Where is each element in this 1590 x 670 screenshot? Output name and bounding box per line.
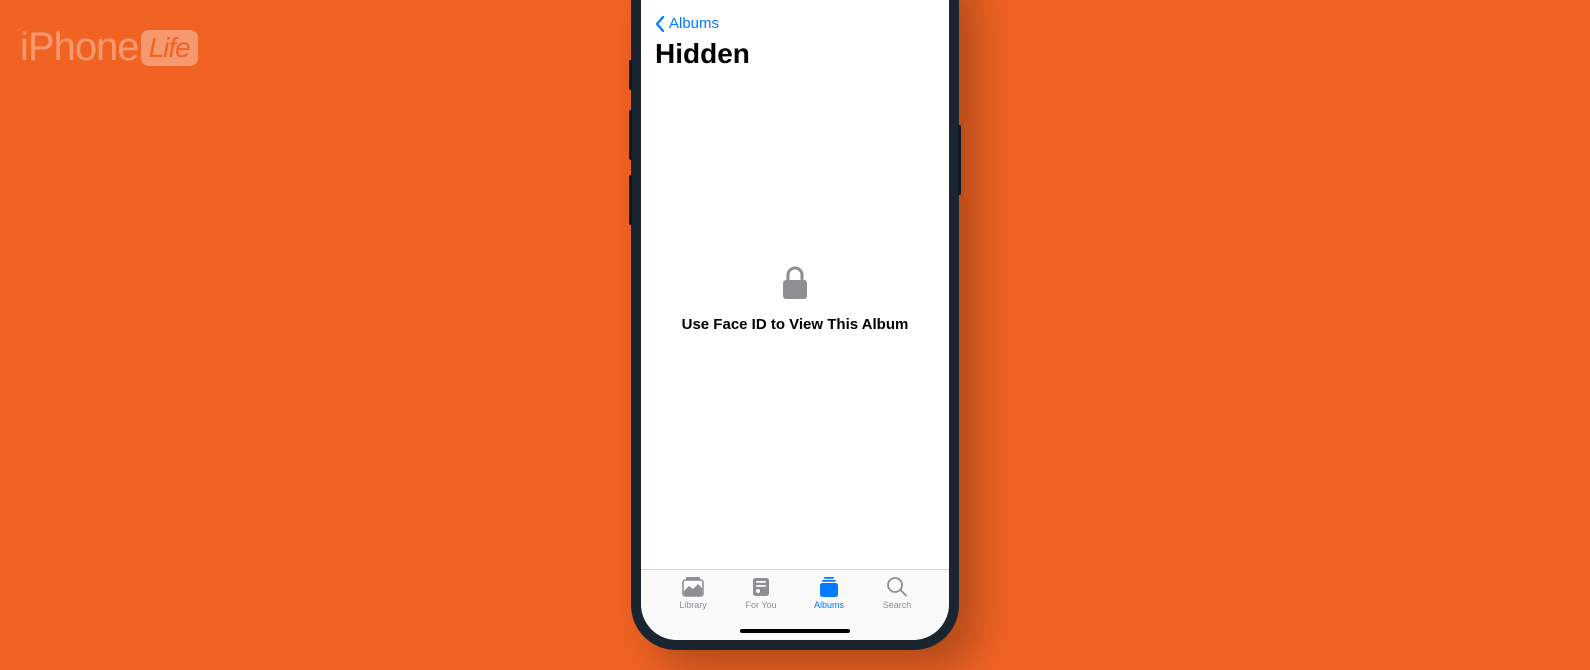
- lock-icon: [782, 266, 808, 300]
- tab-for-you-label: For You: [745, 600, 776, 610]
- phone-screen: Albums Hidden Use Face ID to View This A…: [641, 0, 949, 640]
- tab-search[interactable]: Search: [867, 576, 927, 610]
- phone-silent-switch: [629, 60, 632, 90]
- content-area: Use Face ID to View This Album: [641, 70, 949, 569]
- library-icon: [681, 576, 705, 598]
- home-indicator[interactable]: [740, 629, 850, 633]
- phone-volume-up: [629, 110, 632, 160]
- tab-library-label: Library: [679, 600, 707, 610]
- phone-frame: Albums Hidden Use Face ID to View This A…: [631, 0, 959, 650]
- for-you-icon: [749, 576, 773, 598]
- navigation-bar: Albums Hidden: [641, 0, 949, 70]
- back-button[interactable]: Albums: [655, 15, 719, 32]
- phone-mockup: Albums Hidden Use Face ID to View This A…: [631, 0, 959, 650]
- tab-for-you[interactable]: For You: [731, 576, 791, 610]
- watermark-suffix: Life: [141, 30, 198, 66]
- phone-power-button: [958, 125, 961, 195]
- chevron-left-icon: [655, 16, 665, 32]
- tab-albums-label: Albums: [814, 600, 844, 610]
- tab-albums[interactable]: Albums: [799, 576, 859, 610]
- lock-message: Use Face ID to View This Album: [682, 316, 909, 333]
- albums-icon: [817, 576, 841, 598]
- watermark-prefix: iPhone: [20, 25, 139, 70]
- watermark-logo: iPhone Life: [20, 25, 198, 70]
- search-icon: [885, 576, 909, 598]
- phone-volume-down: [629, 175, 632, 225]
- page-title: Hidden: [655, 38, 935, 70]
- back-label: Albums: [669, 15, 719, 32]
- tab-library[interactable]: Library: [663, 576, 723, 610]
- tab-search-label: Search: [883, 600, 912, 610]
